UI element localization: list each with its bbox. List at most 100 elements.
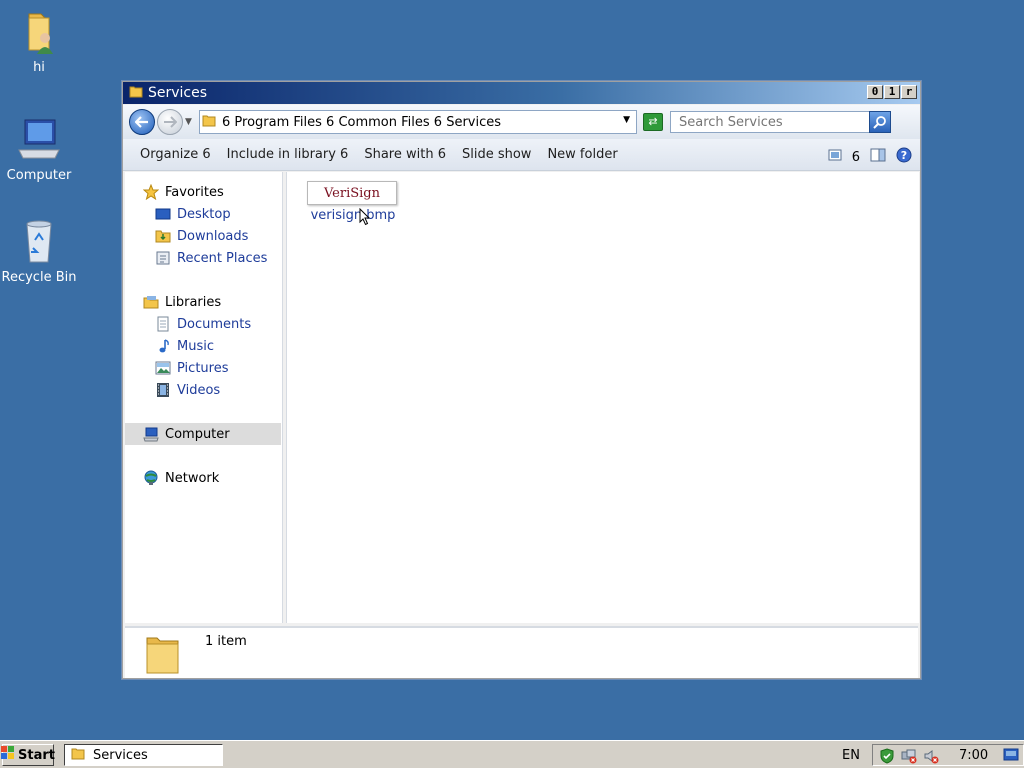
title-bar[interactable]: Services 0 1 r bbox=[123, 82, 920, 104]
window-title: Services bbox=[148, 85, 208, 101]
nav-network[interactable]: Network bbox=[125, 467, 281, 489]
nav-label: Videos bbox=[177, 382, 221, 398]
file-thumbnail[interactable]: VeriSign bbox=[307, 181, 397, 205]
back-arrow-icon bbox=[135, 116, 148, 128]
star-icon bbox=[143, 184, 159, 200]
search-box[interactable] bbox=[670, 111, 891, 133]
recycle-bin-icon bbox=[15, 218, 63, 266]
clock[interactable]: 7:00 bbox=[959, 748, 988, 763]
pictures-icon bbox=[155, 360, 171, 376]
back-button[interactable] bbox=[129, 109, 155, 135]
taskbar: Start Services EN 7:00 bbox=[0, 740, 1024, 768]
slide-show-button[interactable]: Slide show bbox=[462, 147, 531, 162]
computer-icon bbox=[15, 116, 63, 164]
share-with-menu[interactable]: Share with 6 bbox=[364, 147, 446, 162]
maximize-button[interactable]: 1 bbox=[884, 85, 900, 99]
taskbar-item-services[interactable]: Services bbox=[64, 744, 223, 766]
security-shield-icon[interactable] bbox=[879, 748, 895, 768]
desktop-icon-computer[interactable]: Computer bbox=[1, 116, 77, 184]
nav-recent-places[interactable]: Recent Places bbox=[125, 247, 281, 269]
address-bar[interactable]: 6 Program Files 6 Common Files 6 Service… bbox=[199, 110, 637, 134]
organize-menu[interactable]: Organize 6 bbox=[140, 147, 211, 162]
folder-icon bbox=[71, 746, 85, 764]
search-input[interactable] bbox=[679, 114, 869, 130]
explorer-window: Services 0 1 r ▼ 6 Program Files 6 Commo… bbox=[122, 81, 921, 679]
nav-label: Network bbox=[165, 470, 220, 486]
svg-text:?: ? bbox=[901, 149, 907, 162]
nav-pictures[interactable]: Pictures bbox=[125, 357, 281, 379]
recent-places-icon bbox=[155, 250, 171, 266]
notification-area: 7:00 bbox=[872, 744, 1024, 766]
mouse-cursor-icon bbox=[359, 208, 371, 226]
help-icon[interactable]: ? bbox=[896, 147, 912, 167]
nav-label: Computer bbox=[165, 426, 230, 442]
user-folder-icon bbox=[15, 8, 63, 56]
navigation-bar: ▼ 6 Program Files 6 Common Files 6 Servi… bbox=[123, 105, 920, 139]
language-indicator[interactable]: EN bbox=[842, 748, 860, 763]
desktop-icon bbox=[155, 206, 171, 222]
close-button[interactable]: r bbox=[901, 85, 917, 99]
folder-icon bbox=[129, 84, 143, 102]
nav-videos[interactable]: Videos bbox=[125, 379, 281, 401]
network-status-icon[interactable] bbox=[901, 748, 917, 768]
show-desktop-icon[interactable] bbox=[1003, 748, 1019, 766]
desktop-icon-label: Computer bbox=[6, 168, 72, 183]
details-pane: 1 item bbox=[125, 626, 918, 678]
new-folder-button[interactable]: New folder bbox=[547, 147, 617, 162]
nav-label: Libraries bbox=[165, 294, 222, 310]
nav-downloads[interactable]: Downloads bbox=[125, 225, 281, 247]
details-folder-icon bbox=[145, 632, 181, 680]
change-view-icon[interactable] bbox=[828, 149, 842, 165]
folder-icon bbox=[202, 113, 216, 131]
address-dropdown-icon[interactable]: ▼ bbox=[623, 115, 630, 125]
breadcrumb[interactable]: 6 Program Files 6 Common Files 6 Service… bbox=[222, 115, 501, 130]
nav-desktop[interactable]: Desktop bbox=[125, 203, 281, 225]
search-button[interactable] bbox=[869, 111, 891, 133]
videos-icon bbox=[155, 382, 171, 398]
nav-label: Desktop bbox=[177, 206, 231, 222]
include-in-library-menu[interactable]: Include in library 6 bbox=[227, 147, 349, 162]
libraries-icon bbox=[143, 294, 159, 310]
desktop-icon-hi[interactable]: hi bbox=[1, 8, 77, 76]
file-name[interactable]: verisign.bmp bbox=[301, 208, 405, 223]
view-options-dropdown[interactable]: 6 bbox=[852, 150, 860, 165]
nav-label: Favorites bbox=[165, 184, 224, 200]
nav-favorites[interactable]: Favorites bbox=[125, 181, 281, 203]
nav-computer[interactable]: Computer bbox=[125, 423, 281, 445]
nav-libraries[interactable]: Libraries bbox=[125, 291, 281, 313]
start-button[interactable]: Start bbox=[1, 744, 55, 766]
forward-arrow-icon bbox=[164, 116, 177, 128]
volume-muted-icon[interactable] bbox=[923, 748, 939, 768]
nav-label: Pictures bbox=[177, 360, 229, 376]
recent-pages-dropdown-icon[interactable]: ▼ bbox=[185, 117, 195, 127]
minimize-button[interactable]: 0 bbox=[867, 85, 883, 99]
file-thumbnail-text: VeriSign bbox=[323, 185, 381, 201]
nav-music[interactable]: Music bbox=[125, 335, 281, 357]
network-icon bbox=[143, 470, 159, 486]
navigation-pane: Favorites Desktop Downloads Recent Place… bbox=[125, 172, 283, 623]
nav-documents[interactable]: Documents bbox=[125, 313, 281, 335]
system-tray: EN 7:00 bbox=[842, 744, 1024, 766]
desktop-icon-recycle-bin[interactable]: Recycle Bin bbox=[1, 218, 77, 286]
nav-label: Recent Places bbox=[177, 250, 268, 266]
desktop-icon-label: hi bbox=[33, 60, 45, 75]
search-icon bbox=[873, 116, 886, 129]
downloads-folder-icon bbox=[155, 228, 171, 244]
nav-label: Downloads bbox=[177, 228, 249, 244]
command-bar: Organize 6 Include in library 6 Share wi… bbox=[123, 139, 920, 171]
documents-icon bbox=[155, 316, 171, 332]
windows-logo-icon bbox=[1, 746, 15, 764]
taskbar-item-label: Services bbox=[93, 747, 148, 763]
music-note-icon bbox=[155, 338, 171, 354]
refresh-button[interactable]: ⇄ bbox=[643, 113, 663, 131]
preview-pane-icon[interactable] bbox=[870, 148, 886, 166]
start-label: Start bbox=[18, 747, 55, 763]
item-count: 1 item bbox=[205, 634, 247, 649]
refresh-icon: ⇄ bbox=[648, 115, 658, 128]
desktop-icon-label: Recycle Bin bbox=[1, 270, 77, 285]
nav-label: Music bbox=[177, 338, 214, 354]
file-list[interactable]: VeriSign verisign.bmp bbox=[286, 172, 919, 623]
computer-icon bbox=[143, 426, 159, 442]
forward-button[interactable] bbox=[157, 109, 183, 135]
nav-label: Documents bbox=[177, 316, 252, 332]
